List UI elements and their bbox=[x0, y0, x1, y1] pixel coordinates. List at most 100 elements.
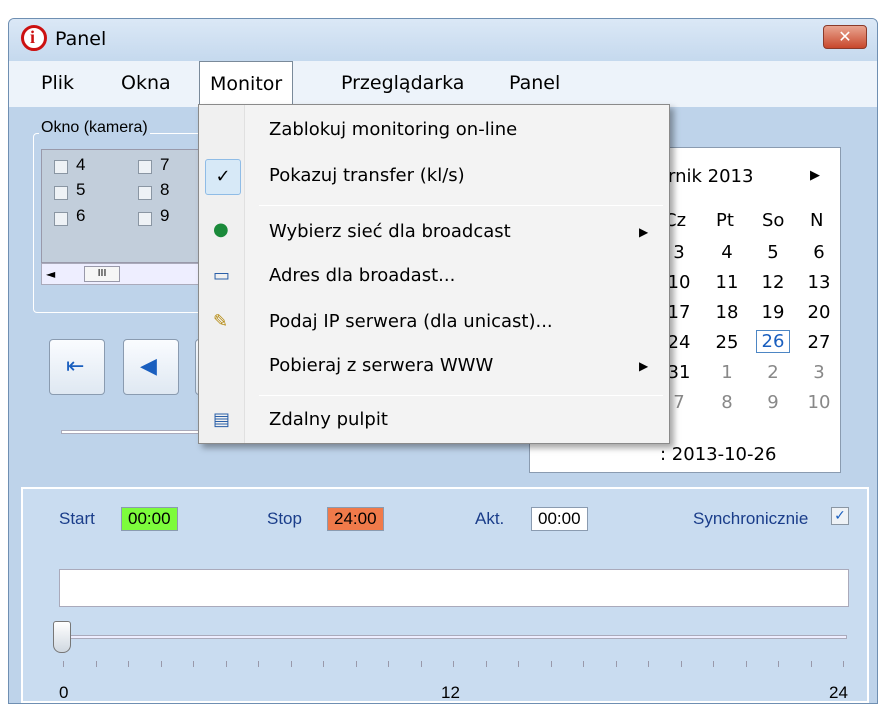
globe-icon: ● bbox=[213, 219, 229, 240]
submenu-arrow-icon: ▶ bbox=[639, 359, 649, 373]
close-button[interactable]: ✕ bbox=[823, 25, 867, 49]
calendar-dow: Pt bbox=[716, 210, 734, 231]
scroll-thumb[interactable]: III bbox=[84, 266, 120, 282]
camera-label-4: 4 bbox=[76, 155, 86, 174]
menu-okna[interactable]: Okna bbox=[121, 72, 171, 94]
menu-item-lock-monitoring[interactable]: Zablokuj monitoring on-line bbox=[269, 119, 517, 140]
menu-separator bbox=[259, 395, 663, 396]
sync-checkbox[interactable]: ✓ bbox=[831, 507, 849, 525]
camera-label-6: 6 bbox=[76, 206, 86, 225]
slider-tick bbox=[615, 661, 617, 667]
slider-tick bbox=[810, 661, 812, 667]
slider-tick bbox=[63, 661, 64, 667]
remote-desktop-icon: ▤ bbox=[213, 409, 231, 430]
calendar-day[interactable]: 25 bbox=[710, 332, 744, 353]
stop-time-field[interactable]: 24:00 bbox=[327, 507, 384, 531]
check-icon: ✓ bbox=[205, 159, 241, 195]
calendar-day[interactable]: 12 bbox=[756, 272, 790, 293]
camera-checkbox-8[interactable] bbox=[138, 186, 152, 200]
calendar-day[interactable]: 27 bbox=[802, 332, 836, 353]
calendar-day[interactable]: 18 bbox=[710, 302, 744, 323]
camera-checkbox-7[interactable] bbox=[138, 160, 152, 174]
previous-button[interactable]: ◀ bbox=[123, 339, 179, 395]
menu-item-remote-desktop[interactable]: Zdalny pulpit bbox=[269, 409, 388, 430]
calendar-dow: So bbox=[762, 210, 785, 231]
calendar-day[interactable]: 10 bbox=[802, 392, 836, 413]
slider-tick bbox=[193, 661, 194, 667]
start-time-field[interactable]: 00:00 bbox=[121, 507, 178, 531]
back-to-start-icon: ⇤ bbox=[66, 354, 85, 379]
slider-tick bbox=[485, 661, 487, 667]
menu-item-broadcast-address[interactable]: Adres dla broadast... bbox=[269, 265, 455, 286]
menu-plik[interactable]: Plik bbox=[41, 72, 74, 94]
timeline-panel: Start 00:00 Stop 24:00 Akt. 00:00 Synchr… bbox=[21, 487, 869, 703]
calendar-day[interactable]: 3 bbox=[802, 362, 836, 383]
slider-tick bbox=[713, 661, 714, 667]
slider-tick bbox=[550, 661, 552, 667]
slider-tick bbox=[160, 661, 162, 667]
window-title: Panel bbox=[55, 28, 107, 50]
menu-item-choose-network[interactable]: Wybierz sieć dla broadcast bbox=[269, 221, 511, 242]
camera-label-8: 8 bbox=[160, 180, 170, 199]
camera-list: 4 7 5 8 6 9 bbox=[41, 149, 201, 263]
slider-tick bbox=[225, 661, 227, 667]
tick-label-start: 0 bbox=[59, 683, 69, 702]
menu-separator bbox=[259, 205, 663, 206]
camera-label-9: 9 bbox=[160, 206, 170, 225]
edit-icon: ✎ bbox=[213, 311, 229, 332]
slider-tick bbox=[388, 661, 389, 667]
camera-list-scrollbar[interactable]: ◄ III bbox=[41, 263, 201, 285]
calendar-day[interactable]: 4 bbox=[710, 242, 744, 263]
camera-checkbox-9[interactable] bbox=[138, 212, 152, 226]
calendar-next-icon[interactable]: ▶ bbox=[810, 168, 820, 183]
camera-checkbox-4[interactable] bbox=[54, 160, 68, 174]
monitor-dropdown-menu: Zablokuj monitoring on-line ✓ Pokazuj tr… bbox=[198, 104, 670, 444]
sync-label: Synchronicznie bbox=[693, 509, 809, 528]
scroll-left-icon[interactable]: ◄ bbox=[46, 267, 55, 281]
calendar-day-today[interactable]: 26 bbox=[756, 330, 790, 353]
calendar-day[interactable]: 2 bbox=[756, 362, 790, 383]
submenu-arrow-icon: ▶ bbox=[639, 225, 649, 239]
tick-label-end: 24 bbox=[829, 683, 848, 702]
calendar-day[interactable]: 20 bbox=[802, 302, 836, 323]
camera-checkbox-6[interactable] bbox=[54, 212, 68, 226]
menu-item-server-ip[interactable]: Podaj IP serwera (dla unicast)... bbox=[269, 311, 553, 332]
slider-tick bbox=[290, 661, 292, 667]
calendar-day[interactable]: 19 bbox=[756, 302, 790, 323]
calendar-day[interactable]: 11 bbox=[710, 272, 744, 293]
calendar-day[interactable]: 8 bbox=[710, 392, 744, 413]
calendar-day[interactable]: 9 bbox=[756, 392, 790, 413]
back-to-start-button[interactable]: ⇤ bbox=[49, 339, 105, 395]
slider-tick bbox=[518, 661, 519, 667]
akt-time-field[interactable]: 00:00 bbox=[531, 507, 588, 531]
calendar-today-footer[interactable]: : 2013-10-26 bbox=[660, 444, 776, 465]
app-icon bbox=[21, 25, 47, 51]
calendar-dow: N bbox=[810, 210, 824, 231]
slider-tick bbox=[128, 661, 129, 667]
calendar-day[interactable]: 6 bbox=[802, 242, 836, 263]
calendar-month: rnik 2013 bbox=[668, 166, 754, 187]
menu-monitor[interactable]: Monitor bbox=[199, 61, 294, 107]
slider-tick bbox=[420, 661, 422, 667]
slider-tick bbox=[583, 661, 584, 667]
menu-item-download-www[interactable]: Pobieraj z serwera WWW bbox=[269, 355, 493, 376]
camera-checkbox-5[interactable] bbox=[54, 186, 68, 200]
calendar-day[interactable]: 13 bbox=[802, 272, 836, 293]
menu-przegladarka[interactable]: Przeglądarka bbox=[341, 72, 464, 94]
title-bar: Panel ✕ bbox=[9, 19, 877, 61]
time-slider-thumb[interactable] bbox=[53, 621, 71, 653]
time-slider-track[interactable] bbox=[67, 635, 847, 639]
previous-icon: ◀ bbox=[140, 354, 157, 379]
menu-item-show-transfer[interactable]: Pokazuj transfer (kl/s) bbox=[269, 165, 465, 186]
calendar-day[interactable]: 1 bbox=[710, 362, 744, 383]
calendar-day[interactable]: 5 bbox=[756, 242, 790, 263]
tick-label-middle: 12 bbox=[441, 683, 460, 702]
slider-tick bbox=[453, 661, 454, 667]
menu-panel[interactable]: Panel bbox=[509, 72, 560, 94]
slider-tick bbox=[680, 661, 682, 667]
camera-slider[interactable] bbox=[61, 430, 211, 434]
slider-tick bbox=[648, 661, 649, 667]
camera-group-label: Okno (kamera) bbox=[39, 119, 150, 137]
slider-tick bbox=[843, 661, 844, 667]
slider-tick bbox=[95, 661, 97, 667]
